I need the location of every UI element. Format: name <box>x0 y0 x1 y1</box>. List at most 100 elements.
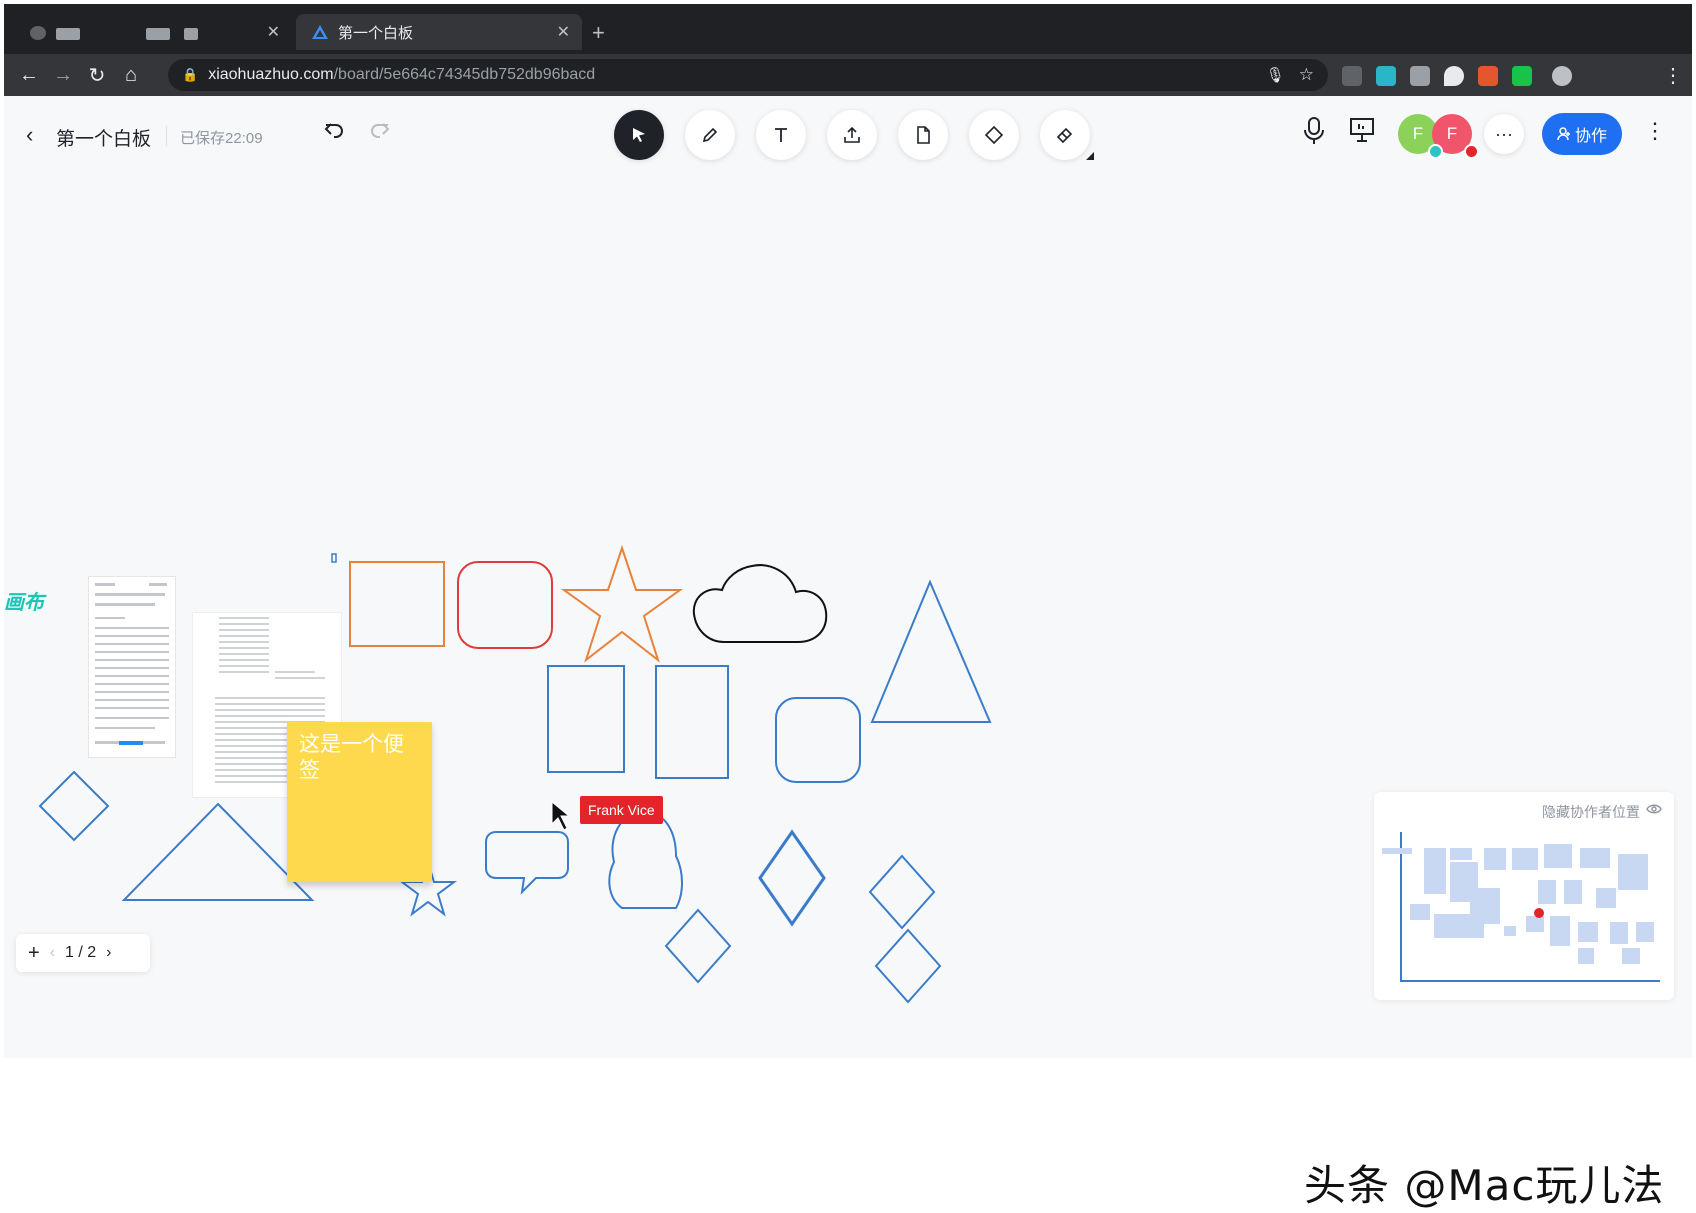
extension-icon[interactable] <box>1376 66 1396 86</box>
rectangle-shape[interactable] <box>655 665 729 779</box>
minimap-block <box>1550 916 1570 946</box>
collaborator-position-dot <box>1534 908 1544 918</box>
rounded-rectangle-shape[interactable] <box>775 697 861 783</box>
avatar-letter: F <box>1412 124 1424 143</box>
minimap-block <box>1424 848 1446 894</box>
text-tool-button[interactable] <box>756 110 806 160</box>
star-icon[interactable]: ☆ <box>1299 65 1314 85</box>
minimap-block <box>1618 854 1648 890</box>
add-page-icon[interactable]: + <box>28 942 40 965</box>
more-menu-icon[interactable]: ⋮ <box>1644 118 1666 144</box>
minimap-block <box>1564 880 1582 904</box>
minimap-block <box>1596 888 1616 908</box>
watermark-text: 头条 @Mac玩儿法 <box>1304 1161 1665 1210</box>
redo-icon[interactable] <box>368 118 392 147</box>
select-icon <box>633 128 645 142</box>
page-indicator: 1 / 2 <box>65 944 97 961</box>
online-status-dot <box>1464 144 1479 159</box>
prev-page-icon[interactable]: ‹ <box>50 944 55 962</box>
lock-icon: 🔒 <box>182 67 199 82</box>
tool-expand-icon[interactable] <box>1086 152 1094 160</box>
minimap-block <box>1526 916 1544 932</box>
eraser-tool-button[interactable] <box>1040 110 1090 160</box>
profile-icon[interactable] <box>1552 66 1572 86</box>
shape-tool-button[interactable] <box>969 110 1019 160</box>
file-icon <box>917 126 930 144</box>
minimap-block <box>1622 948 1640 964</box>
forward-icon[interactable]: → <box>50 62 76 88</box>
diamond-shape[interactable] <box>758 829 826 927</box>
redacted-block <box>146 28 170 40</box>
mic-icon[interactable]: 🎙 <box>1266 66 1285 84</box>
diamond-shape[interactable] <box>38 770 110 842</box>
extension-icon[interactable] <box>1342 66 1362 86</box>
undo-icon[interactable] <box>322 118 346 147</box>
new-tab-icon[interactable]: + <box>592 20 605 46</box>
presentation-icon[interactable] <box>1348 116 1376 149</box>
extension-icon[interactable] <box>1478 66 1498 86</box>
star-shape[interactable] <box>560 544 684 663</box>
minimap-block <box>1578 948 1594 964</box>
eye-icon[interactable] <box>1646 802 1662 816</box>
browser-chrome: ✕ 第一个白板 ✕ + ← → ↻ ⌂ 🔒 xiaohuazhuo.com /b… <box>4 4 1692 96</box>
minimap-block <box>1504 926 1516 936</box>
extension-icon[interactable] <box>1444 66 1464 86</box>
file-tool-button[interactable] <box>898 110 948 160</box>
cloud-shape[interactable] <box>692 564 828 643</box>
minimap-block <box>1636 922 1654 942</box>
microphone-icon[interactable] <box>1302 116 1326 151</box>
selection-handle[interactable] <box>331 553 337 563</box>
board-canvas[interactable]: 画布 这是一个便签 Frank Vice 隐藏协作者位置 头条 @Mac玩儿法 <box>4 172 1692 1210</box>
app-logo-icon <box>312 25 328 39</box>
eraser-icon <box>1056 127 1073 144</box>
minimap-block <box>1450 848 1472 860</box>
triangle-shape[interactable] <box>121 802 315 901</box>
redacted-block <box>184 28 198 40</box>
whiteboard-app: ‹ 第一个白板 已保存22:09 F F ··· 协作 ⋮ 画布 这是一个便签 … <box>4 96 1692 1210</box>
speech-bubble-shape[interactable] <box>485 831 569 895</box>
cloud-shape[interactable] <box>608 810 683 909</box>
avatar-letter: F <box>1446 124 1458 143</box>
minimap[interactable]: 隐藏协作者位置 <box>1374 792 1674 1000</box>
shape-icon <box>984 125 1004 145</box>
more-collaborators-icon[interactable]: ··· <box>1484 114 1524 154</box>
url-host: xiaohuazhuo.com <box>208 66 334 83</box>
triangle-shape[interactable] <box>870 579 992 723</box>
rounded-rectangle-shape[interactable] <box>457 561 553 649</box>
browser-menu-icon[interactable]: ⋮ <box>1660 62 1686 88</box>
next-page-icon[interactable]: › <box>106 944 111 962</box>
back-icon[interactable]: ← <box>16 62 42 88</box>
rectangle-shape[interactable] <box>547 665 625 773</box>
upload-tool-button[interactable] <box>827 110 877 160</box>
pen-icon <box>702 127 718 143</box>
tab-active[interactable]: 第一个白板 ✕ <box>296 14 582 50</box>
board-title[interactable]: 第一个白板 <box>56 124 151 151</box>
url-input[interactable]: 🔒 xiaohuazhuo.com /board/5e664c74345db75… <box>168 59 1328 91</box>
collaborate-label: 协作 <box>1574 128 1607 145</box>
back-icon[interactable]: ‹ <box>26 122 33 148</box>
diamond-shape[interactable] <box>664 908 732 984</box>
tab-inactive[interactable]: ✕ <box>12 14 292 50</box>
home-icon[interactable]: ⌂ <box>118 62 144 88</box>
minimap-block <box>1578 922 1598 942</box>
close-icon[interactable]: ✕ <box>557 22 570 42</box>
minimap-block <box>1610 922 1628 944</box>
extension-icon[interactable] <box>1512 66 1532 86</box>
tab-title: 第一个白板 <box>338 24 414 42</box>
rectangle-shape[interactable] <box>349 561 445 647</box>
divider <box>166 126 167 146</box>
collaborator-cursor-icon <box>551 800 571 831</box>
diamond-shape[interactable] <box>874 928 942 1004</box>
pen-tool-button[interactable] <box>685 110 735 160</box>
sticky-note[interactable]: 这是一个便签 <box>287 722 432 882</box>
select-tool-button[interactable] <box>614 110 664 160</box>
close-icon[interactable]: ✕ <box>267 22 280 42</box>
text-icon <box>775 128 787 142</box>
redacted-block <box>56 28 80 40</box>
collaborate-button[interactable]: 协作 <box>1542 113 1622 155</box>
reload-icon[interactable]: ↻ <box>84 62 110 88</box>
extension-icon[interactable] <box>1410 66 1430 86</box>
minimap-label[interactable]: 隐藏协作者位置 <box>1542 802 1640 822</box>
diamond-shape[interactable] <box>868 854 936 930</box>
minimap-block <box>1484 848 1506 870</box>
